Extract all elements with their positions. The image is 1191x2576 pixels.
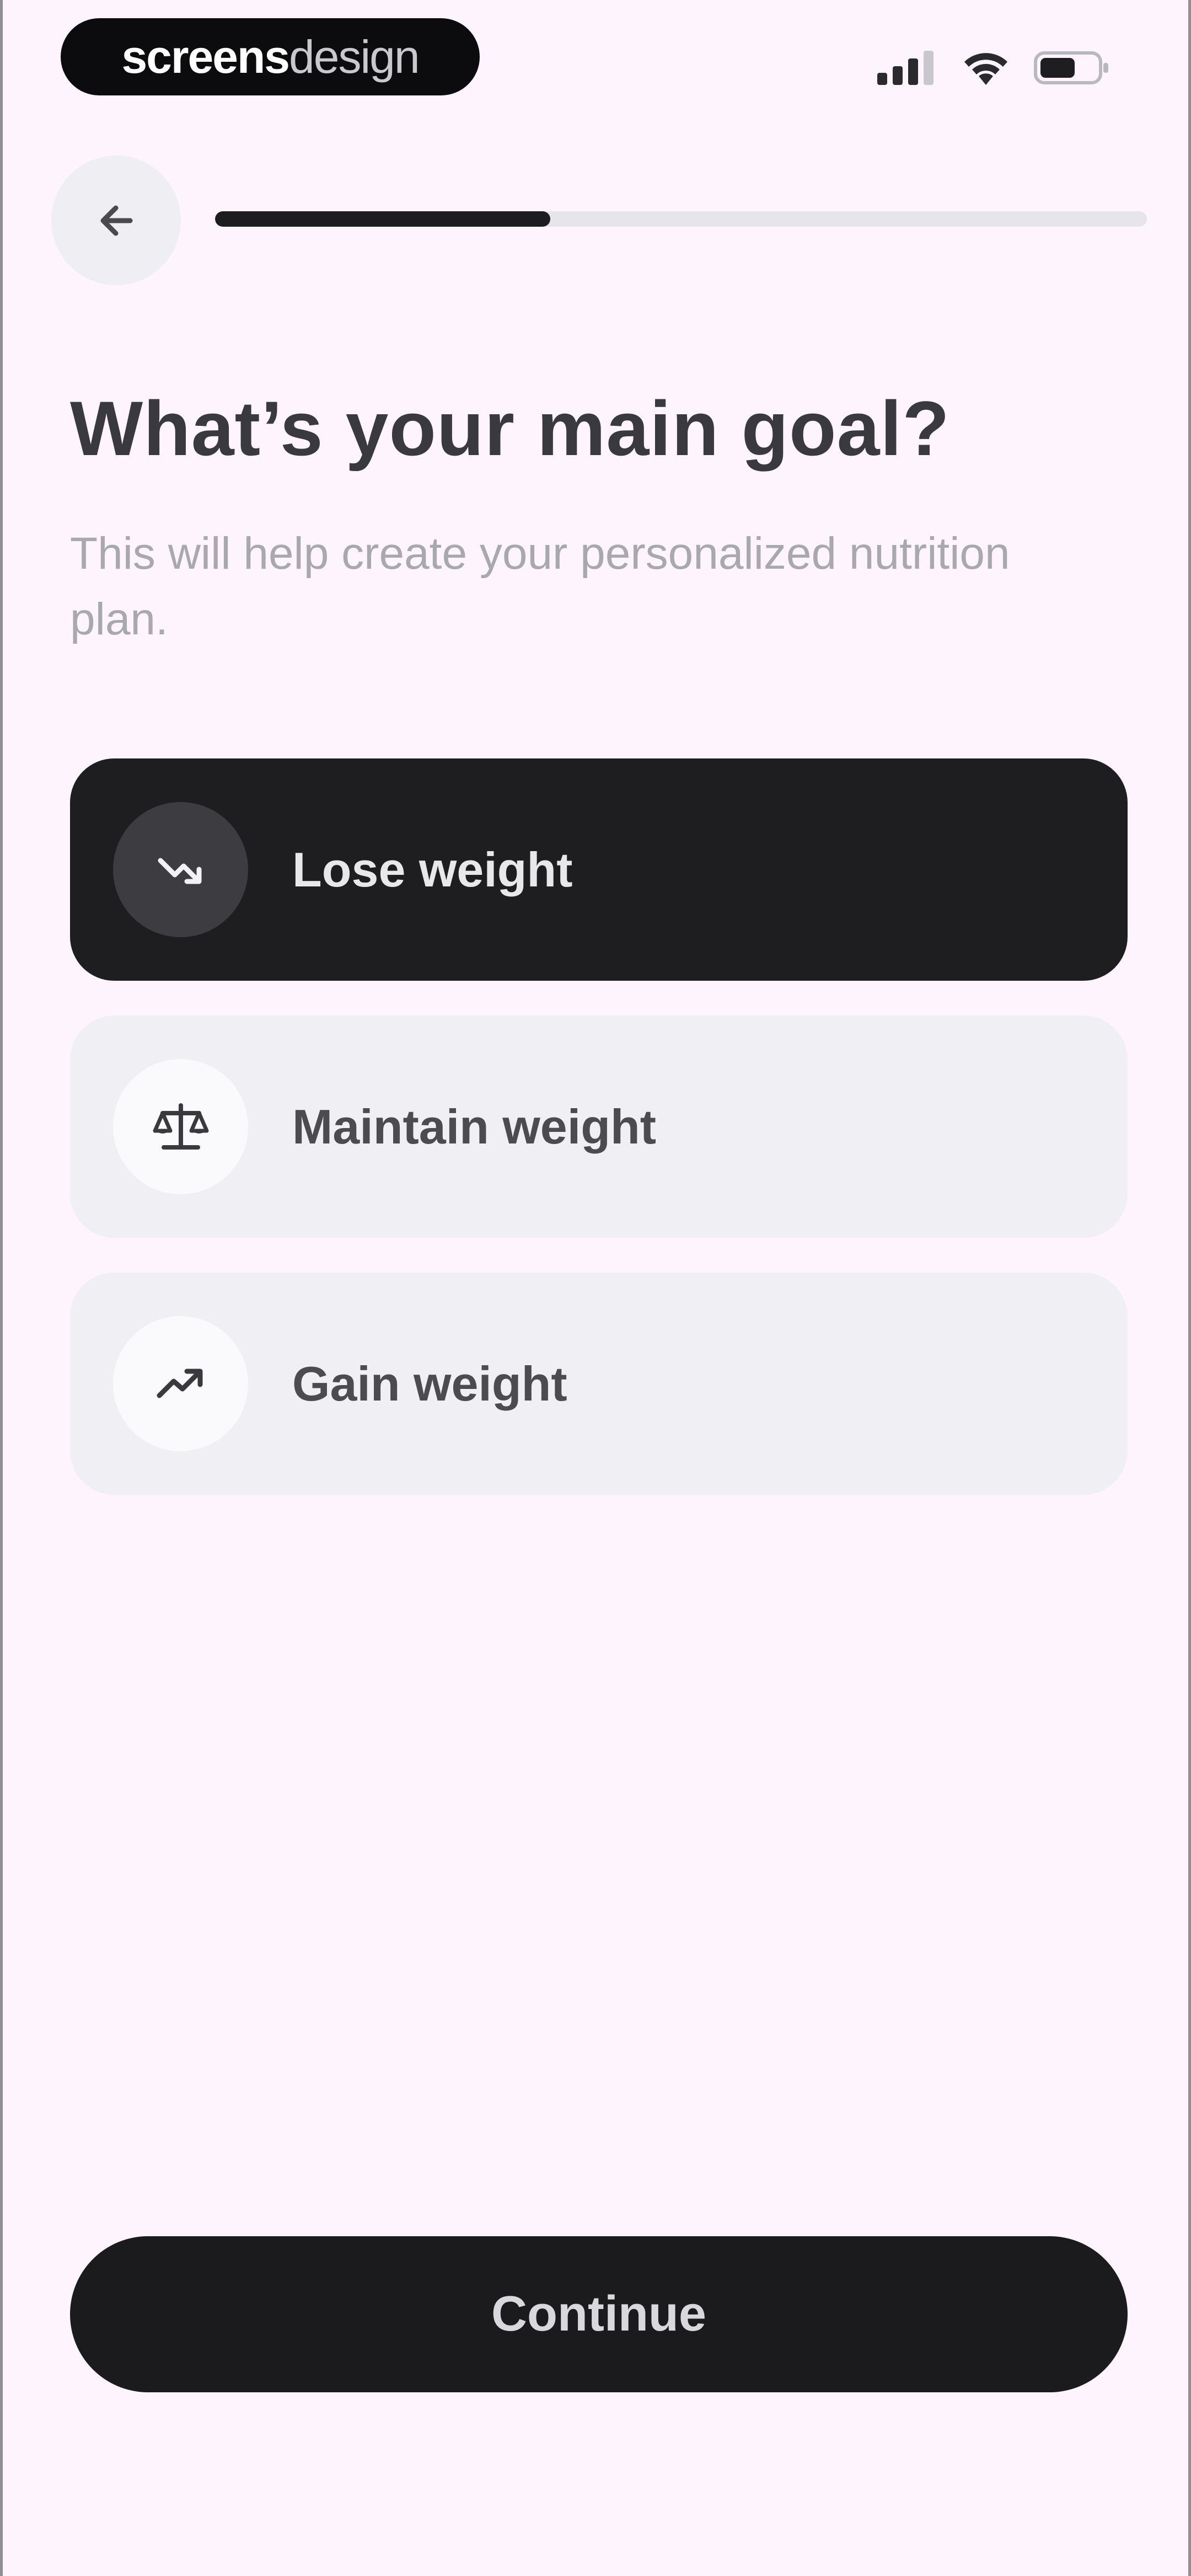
option-maintain-weight[interactable]: Maintain weight	[70, 1016, 1128, 1238]
brand-name-part2: design	[289, 31, 420, 83]
brand-name-part1: screens	[121, 31, 290, 83]
option-lose-weight[interactable]: Lose weight	[70, 758, 1128, 981]
page-title: What’s your main goal?	[70, 385, 950, 472]
battery-icon	[1034, 51, 1108, 84]
wifi-icon	[964, 52, 1007, 85]
brand-logo: screensdesign	[121, 31, 420, 83]
progress-bar-fill	[215, 211, 551, 227]
status-icons	[877, 44, 1111, 91]
option-icon-circle	[113, 802, 248, 937]
option-gain-weight[interactable]: Gain weight	[70, 1273, 1128, 1495]
page-subtitle: This will help create your personalized …	[70, 528, 1010, 644]
trending-up-icon	[157, 1369, 202, 1398]
option-label: Gain weight	[292, 1356, 567, 1411]
trending-down-icon	[158, 858, 201, 884]
option-label: Maintain weight	[292, 1099, 656, 1154]
progress-bar	[215, 211, 1147, 227]
option-icon-circle	[113, 1316, 248, 1451]
option-label: Lose weight	[292, 842, 573, 897]
scale-icon	[153, 1103, 208, 1150]
cellular-signal-icon	[877, 50, 934, 85]
option-icon-circle	[113, 1059, 248, 1194]
continue-button[interactable]: Continue	[70, 2236, 1128, 2392]
back-button[interactable]	[51, 156, 181, 285]
brand-badge: screensdesign	[61, 18, 480, 95]
goal-options-list: Lose weight Maintain weight Gain weight	[70, 758, 1128, 1495]
goal-selection-screen: screensdesign What’s your main goal? Thi…	[0, 0, 1191, 2576]
arrow-left-icon	[100, 205, 132, 236]
